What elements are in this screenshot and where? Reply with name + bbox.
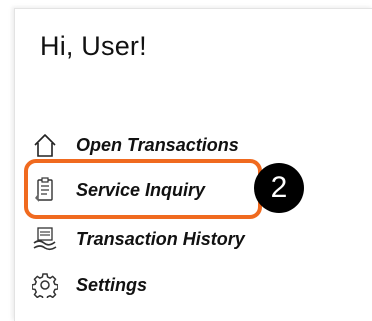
home-icon [28, 130, 62, 160]
history-icon [28, 224, 62, 254]
nav-label-open-transactions: Open Transactions [76, 134, 239, 155]
greeting-text: Hi, User! [40, 31, 147, 61]
nav-item-settings[interactable]: Settings [28, 268, 147, 302]
nav-item-transaction-history[interactable]: Transaction History [28, 222, 245, 256]
step-number-badge: 2 [254, 163, 304, 213]
gear-icon [28, 270, 62, 300]
nav-label-settings: Settings [76, 274, 148, 295]
nav-item-open-transactions[interactable]: Open Transactions [28, 128, 239, 162]
nav-label-transaction-history: Transaction History [76, 228, 245, 249]
highlight-box [24, 159, 262, 219]
